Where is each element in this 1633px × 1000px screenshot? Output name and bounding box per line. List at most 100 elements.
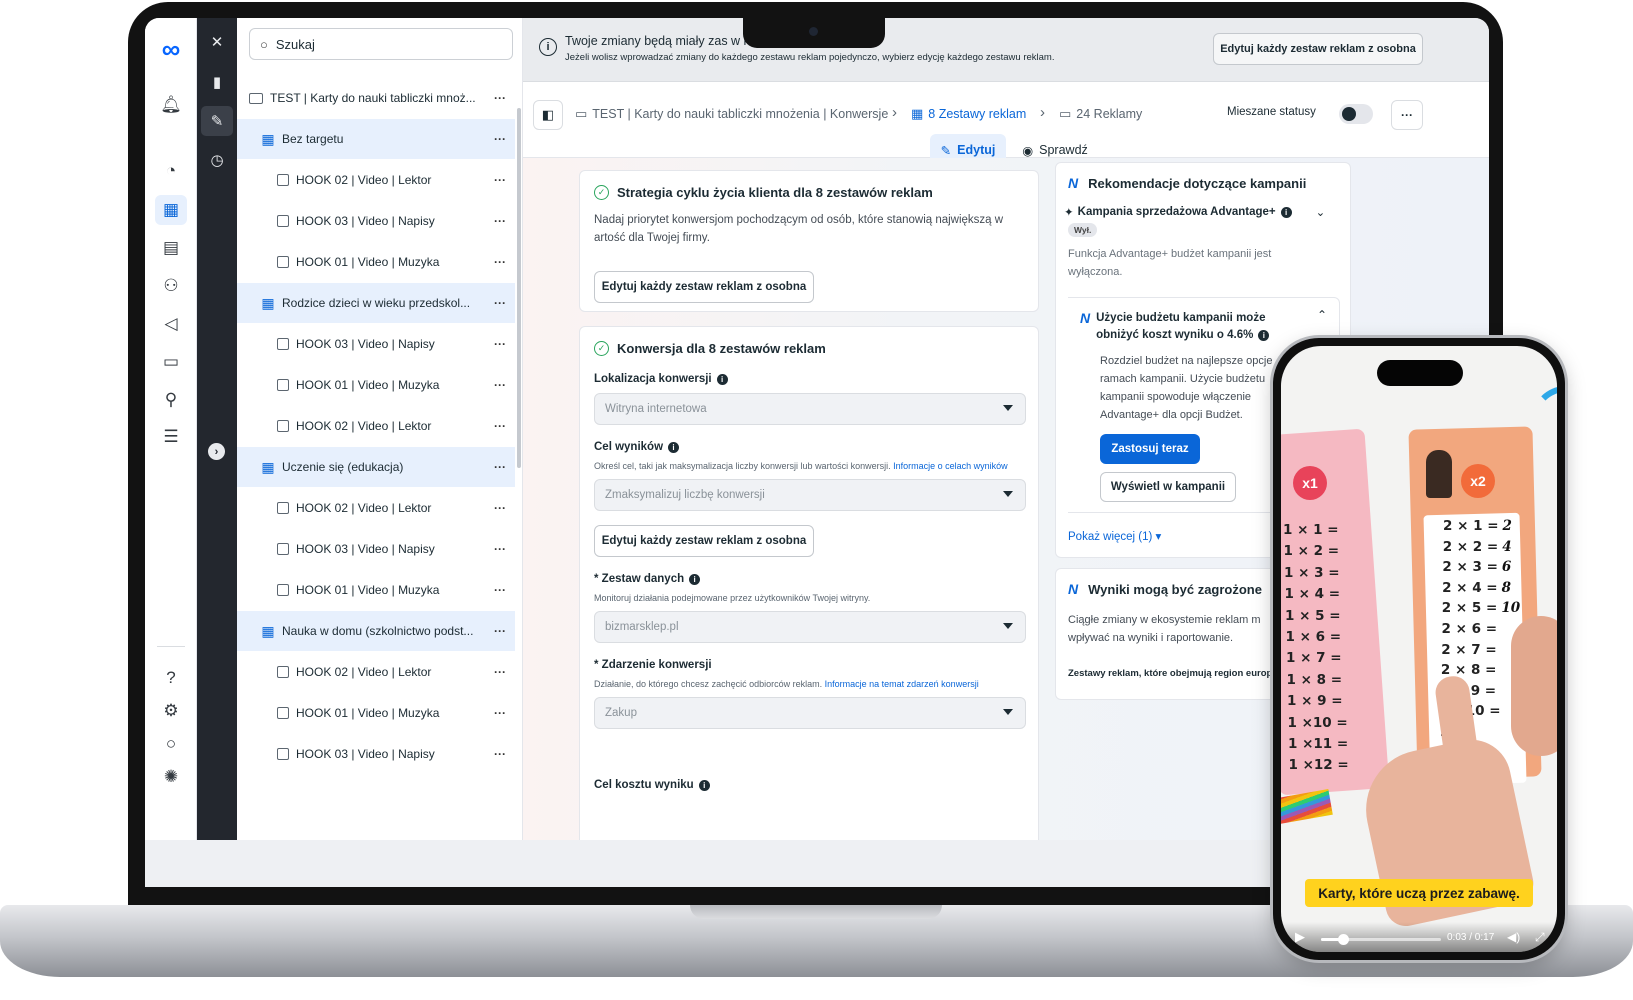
chevron-up-icon[interactable]: ⌃: [1317, 308, 1327, 322]
table-icon[interactable]: ▦: [155, 195, 187, 225]
breadcrumb-adsets[interactable]: ▦ 8 Zestawy reklam: [911, 106, 1026, 122]
view-in-campaign-button[interactable]: Wyświetl w kampanii: [1100, 472, 1236, 502]
more-icon[interactable]: ···: [485, 419, 515, 433]
more-icon[interactable]: ···: [485, 460, 515, 474]
more-icon[interactable]: ···: [485, 706, 515, 720]
search-input[interactable]: ○ Szukaj: [249, 28, 513, 60]
breadcrumb-campaign[interactable]: ▭ TEST | Karty do nauki tabliczki mnożeni…: [575, 106, 888, 122]
bell-icon[interactable]: 🔔︎: [155, 90, 187, 120]
billing-icon[interactable]: ▭: [155, 347, 187, 377]
megaphone-icon[interactable]: ◁: [155, 309, 187, 339]
close-icon[interactable]: ✕: [201, 27, 233, 57]
show-more-link[interactable]: Pokaż więcej (1) ▾: [1068, 529, 1161, 543]
network-icon[interactable]: ⚲: [155, 385, 187, 415]
chevron-right-icon: ›: [1040, 104, 1045, 121]
info-icon[interactable]: i: [689, 574, 701, 585]
more-icon[interactable]: ···: [485, 583, 515, 597]
tree-ad-row[interactable]: HOOK 01 | Video | Muzyka ···: [237, 693, 515, 733]
tree-scrollbar[interactable]: [517, 108, 521, 468]
tree-adset-row[interactable]: ▦ Uczenie się (edukacja) ···: [237, 447, 515, 487]
tree-ad-row[interactable]: HOOK 03 | Video | Napisy ···: [237, 529, 515, 569]
tree-ad-row[interactable]: HOOK 02 | Video | Lektor ···: [237, 160, 515, 200]
event-helper-link[interactable]: Informacje na temat zdarzeń konwersji: [825, 679, 979, 689]
tree-adset-row[interactable]: ▦ Nauka w domu (szkolnictwo podst... ···: [237, 611, 515, 651]
location-select[interactable]: Witryna internetowa: [594, 393, 1026, 425]
more-icon[interactable]: ···: [485, 255, 515, 269]
breadcrumb-ads[interactable]: ▭ 24 Reklamy: [1059, 106, 1142, 122]
chevron-down-icon[interactable]: ⌄: [1316, 205, 1326, 219]
expand-chevron-icon[interactable]: ›: [208, 443, 225, 460]
caret-down-icon: [1003, 405, 1013, 411]
more-icon[interactable]: ···: [485, 747, 515, 761]
help-icon[interactable]: ?: [155, 663, 187, 693]
more-icon[interactable]: ···: [485, 378, 515, 392]
tree-ad-row[interactable]: HOOK 03 | Video | Napisy ···: [237, 201, 515, 241]
tree-campaign-label: TEST | Karty do nauki tabliczki mnoż...: [270, 91, 476, 105]
orange-line-text: 2 × 1 =: [1443, 518, 1499, 534]
ad-icon: [277, 256, 289, 268]
more-icon[interactable]: ···: [485, 91, 515, 105]
more-icon[interactable]: ···: [485, 501, 515, 515]
tree-ad-row[interactable]: HOOK 02 | Video | Lektor ···: [237, 488, 515, 528]
tree-ad-row[interactable]: HOOK 03 | Video | Napisy ···: [237, 734, 515, 774]
tree-ad-row[interactable]: HOOK 02 | Video | Lektor ···: [237, 652, 515, 692]
chart-icon[interactable]: ▮: [201, 67, 233, 97]
banner-edit-each-button[interactable]: Edytuj każdy zestaw reklam z osobna: [1213, 33, 1423, 65]
history-icon[interactable]: ◷: [201, 145, 233, 175]
settings-icon[interactable]: ⚙: [155, 696, 187, 726]
tree-ad-row[interactable]: HOOK 03 | Video | Napisy ···: [237, 324, 515, 364]
more-icon[interactable]: ···: [485, 214, 515, 228]
more-icon[interactable]: ···: [485, 624, 515, 638]
bug-icon[interactable]: ✺: [155, 762, 187, 792]
apply-now-button[interactable]: Zastosuj teraz: [1100, 434, 1200, 464]
goal-helper-link[interactable]: Informacje o celach wyników: [893, 461, 1008, 471]
event-select[interactable]: Zakup: [594, 697, 1026, 729]
status-toggle[interactable]: [1339, 104, 1373, 124]
info-icon[interactable]: i: [716, 374, 728, 385]
dataset-label-text: * Zestaw danych: [594, 573, 685, 585]
video-progress-knob[interactable]: [1337, 934, 1349, 945]
info-icon[interactable]: i: [698, 780, 710, 791]
info-icon[interactable]: i: [1280, 206, 1292, 218]
fullscreen-icon[interactable]: ⤢: [1535, 930, 1545, 945]
goal-select[interactable]: Zmaksymalizuj liczbę konwersji: [594, 479, 1026, 511]
tree-adset-row[interactable]: ▦ Bez targetu ···: [237, 119, 515, 159]
budget-title-lines: Użycie budżetu kampanii może obniżyć kosz…: [1096, 310, 1270, 344]
video-controls: ▶ 0:03 / 0:17 ◀) ⤢: [1281, 922, 1557, 952]
speedometer-icon[interactable]: ◔: [155, 156, 187, 186]
audience-icon[interactable]: ⚇: [155, 271, 187, 301]
info-icon[interactable]: i: [668, 442, 680, 453]
info-icon[interactable]: i: [1258, 330, 1270, 341]
more-icon[interactable]: ···: [485, 542, 515, 556]
more-icon[interactable]: ···: [485, 337, 515, 351]
volume-icon[interactable]: ◀): [1507, 930, 1520, 944]
conversion-title-text: Konwersja dla 8 zestawów reklam: [617, 341, 826, 356]
play-icon[interactable]: ▶: [1295, 929, 1305, 945]
more-icon[interactable]: ···: [485, 173, 515, 187]
check-circle-icon: ✓: [594, 341, 609, 356]
video-progress[interactable]: [1321, 934, 1441, 945]
more-icon[interactable]: ···: [485, 132, 515, 146]
tree-campaign-row[interactable]: TEST | Karty do nauki tabliczki mnoż... …: [237, 78, 515, 118]
more-icon[interactable]: ···: [485, 296, 515, 310]
pencil-icon[interactable]: ✎: [201, 106, 233, 136]
advantage-row[interactable]: ✦ Kampania sprzedażowa Advantage+ i ⌄: [1064, 205, 1325, 219]
tree-ad-row[interactable]: HOOK 01 | Video | Muzyka ···: [237, 242, 515, 282]
pages-icon[interactable]: ▤: [155, 233, 187, 263]
dataset-select[interactable]: bizmarsklep.pl: [594, 611, 1026, 643]
laptop-notch: [743, 18, 885, 48]
meta-logo-icon[interactable]: ∞: [155, 34, 187, 64]
strategy-edit-each-button[interactable]: Edytuj każdy zestaw reklam z osobna: [594, 271, 814, 303]
menu-icon[interactable]: ☰: [155, 422, 187, 452]
folder-icon: [249, 92, 263, 104]
tree-adset-row[interactable]: ▦ Rodzice dzieci w wieku przedskol... ···: [237, 283, 515, 323]
tree-ad-row[interactable]: HOOK 02 | Video | Lektor ···: [237, 406, 515, 446]
search-icon[interactable]: ○: [155, 729, 187, 759]
panel-toggle-icon[interactable]: ◧: [533, 100, 563, 130]
tree-ad-row[interactable]: HOOK 01 | Video | Muzyka ···: [237, 365, 515, 405]
tree-ad-row[interactable]: HOOK 01 | Video | Muzyka ···: [237, 570, 515, 610]
conversion-edit-each-button[interactable]: Edytuj każdy zestaw reklam z osobna: [594, 525, 814, 557]
more-options-button[interactable]: ···: [1391, 100, 1423, 130]
more-icon[interactable]: ···: [485, 665, 515, 679]
breadcrumb-campaign-label: TEST | Karty do nauki tabliczki mnożenia…: [592, 107, 889, 121]
